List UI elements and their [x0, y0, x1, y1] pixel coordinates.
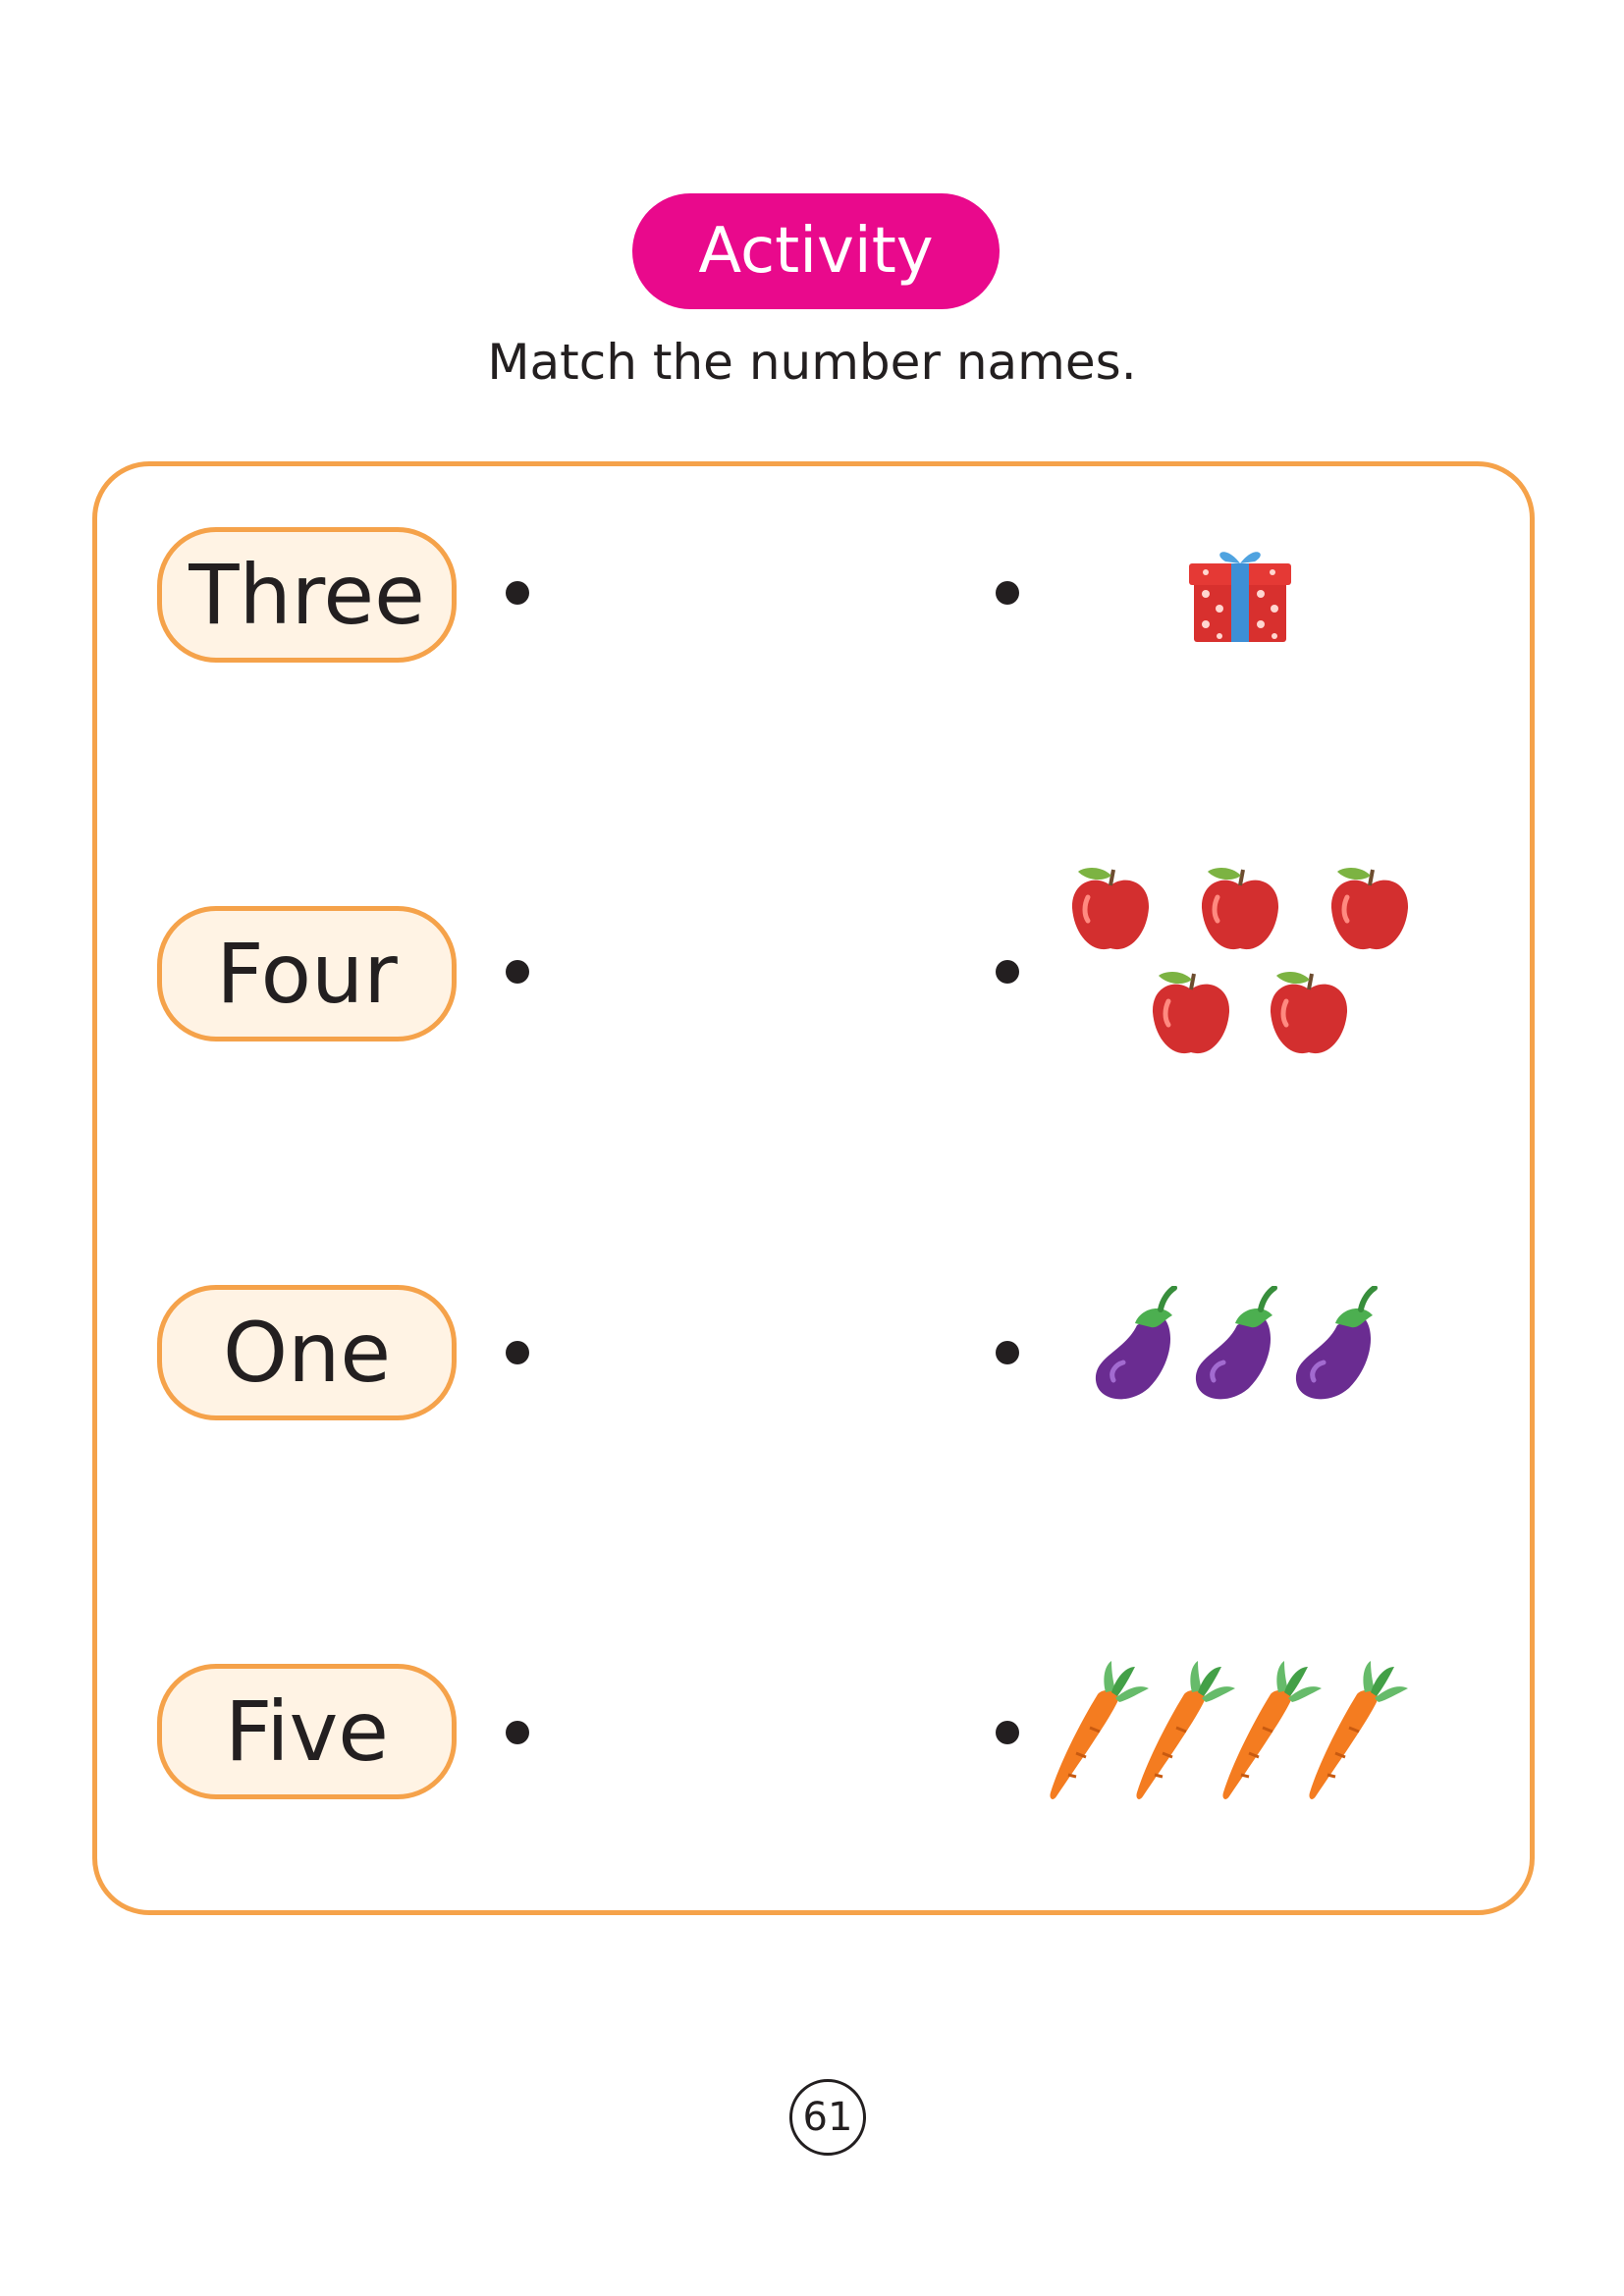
- right-match-dot[interactable]: [996, 1721, 1019, 1744]
- right-match-dot[interactable]: [996, 1341, 1019, 1364]
- page-number: 61: [789, 2079, 866, 2156]
- instruction-text: Match the number names.: [487, 334, 1137, 391]
- left-match-dot[interactable]: [506, 1341, 529, 1364]
- word-label: Three: [189, 547, 425, 643]
- word-box-one: One: [157, 1285, 457, 1420]
- word-box-five: Five: [157, 1664, 457, 1799]
- apples-icon: [1060, 864, 1424, 1080]
- eggplants-icon: [1090, 1286, 1394, 1414]
- word-label: Four: [216, 926, 398, 1022]
- word-label: One: [222, 1305, 392, 1401]
- word-box-three: Three: [157, 527, 457, 663]
- word-box-four: Four: [157, 906, 457, 1041]
- right-match-dot[interactable]: [996, 581, 1019, 605]
- left-match-dot[interactable]: [506, 1721, 529, 1744]
- gift-box-icon: [1189, 552, 1291, 642]
- carrots-icon: [1048, 1659, 1410, 1801]
- left-match-dot[interactable]: [506, 960, 529, 984]
- activity-label: Activity: [698, 215, 934, 288]
- left-match-dot[interactable]: [506, 581, 529, 605]
- activity-badge: Activity: [632, 193, 1000, 309]
- word-label: Five: [225, 1683, 389, 1780]
- right-match-dot[interactable]: [996, 960, 1019, 984]
